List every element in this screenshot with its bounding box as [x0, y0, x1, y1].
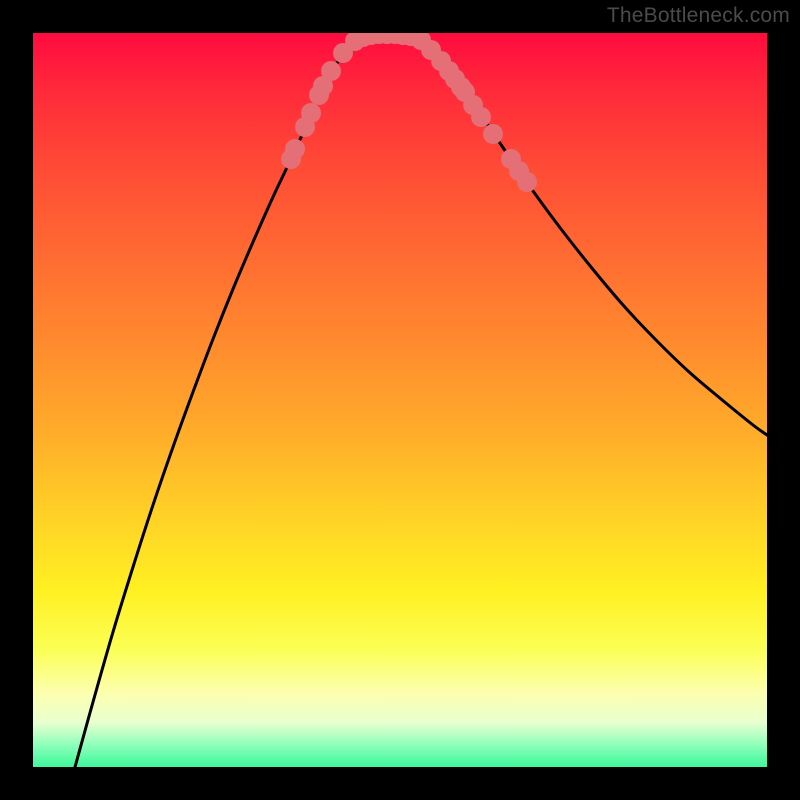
- watermark-text: TheBottleneck.com: [607, 4, 790, 28]
- curve-marker: [285, 139, 305, 159]
- chart-svg: [33, 33, 767, 767]
- chart-frame: TheBottleneck.com: [0, 0, 800, 800]
- curve-marker: [301, 103, 321, 123]
- curve-marker: [321, 61, 341, 81]
- plot-area: [33, 33, 767, 767]
- curve-marker: [471, 107, 491, 127]
- bottleneck-curve: [75, 34, 767, 767]
- curve-path: [75, 34, 767, 767]
- curve-marker: [517, 172, 537, 192]
- curve-marker: [483, 124, 503, 144]
- curve-markers: [281, 33, 537, 192]
